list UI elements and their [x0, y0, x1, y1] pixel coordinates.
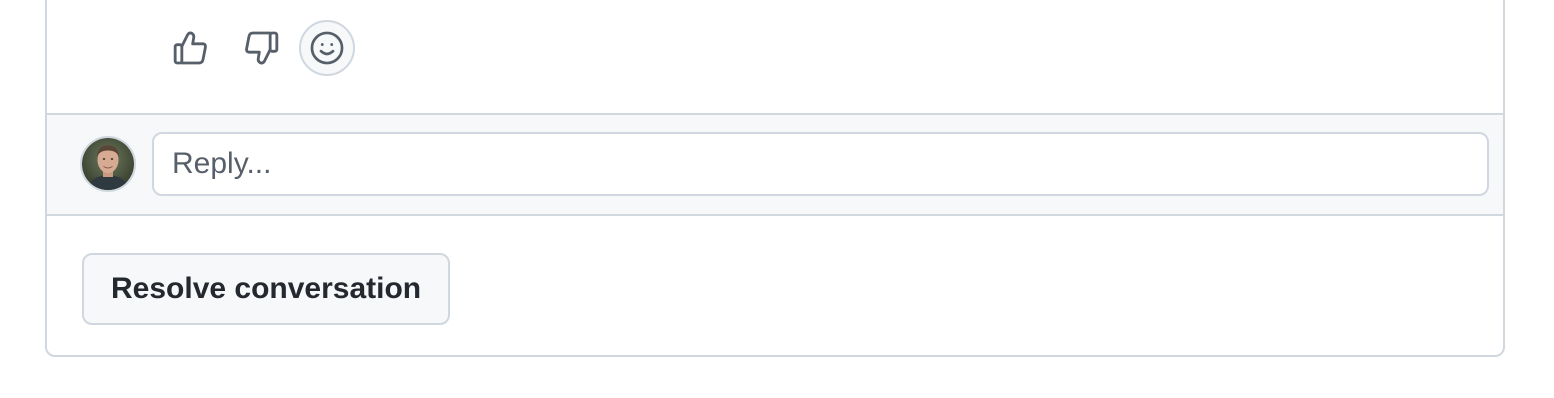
avatar-image [82, 138, 134, 190]
thumbs-down-button[interactable] [233, 20, 289, 76]
reaction-bar [163, 18, 369, 78]
thumbs-up-icon [173, 31, 207, 65]
reply-input[interactable] [152, 132, 1489, 196]
resolve-conversation-button[interactable]: Resolve conversation [82, 253, 451, 325]
smiley-icon [310, 31, 344, 65]
thumbs-down-icon [245, 31, 279, 65]
reply-bar [47, 113, 1503, 216]
add-reaction-button[interactable] [299, 20, 355, 76]
review-comment-card: Resolve conversation [45, 0, 1505, 357]
thumbs-up-button[interactable] [163, 20, 219, 76]
avatar [80, 136, 136, 192]
